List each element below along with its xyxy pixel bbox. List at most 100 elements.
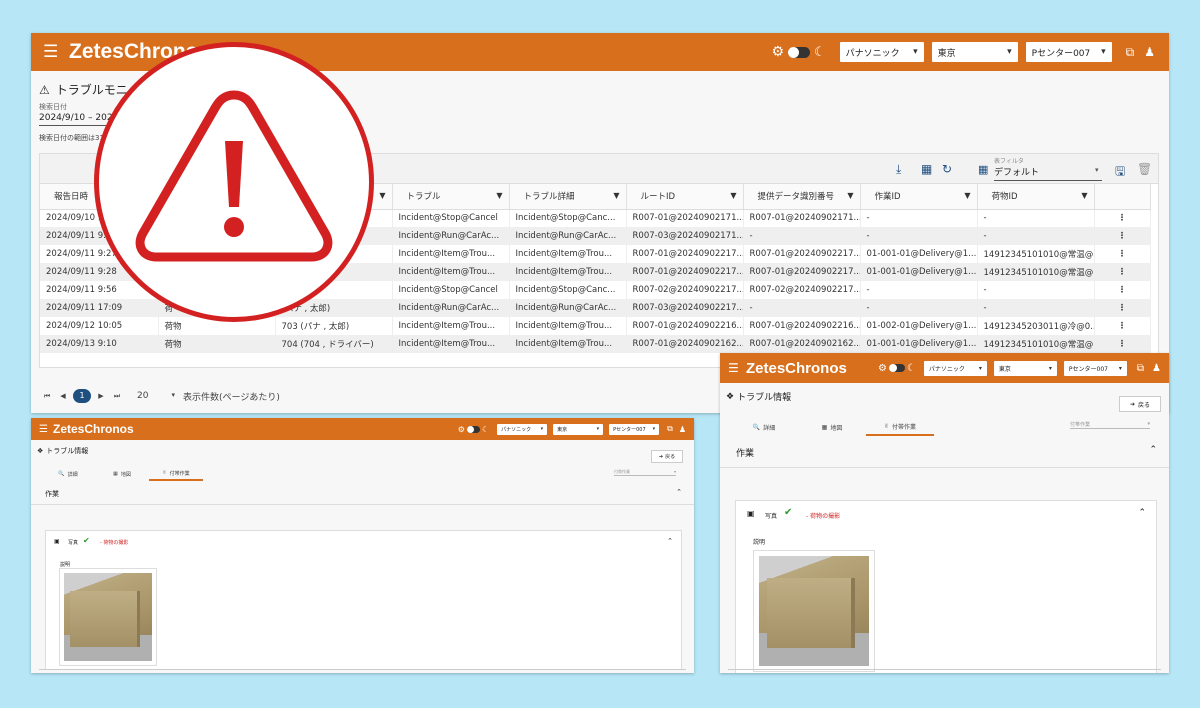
chevron-up-icon[interactable]: ⌃: [667, 537, 673, 545]
chevron-up-icon[interactable]: ⌃: [1149, 445, 1157, 455]
map-icon: ▦: [113, 471, 118, 477]
tab-detail[interactable]: 🔍 詳細: [41, 467, 95, 481]
info-icon: ❖: [37, 447, 44, 455]
photo-thumbnail[interactable]: [753, 550, 875, 672]
warning-icon: ⚠: [39, 82, 50, 97]
theme-toggle[interactable]: [788, 46, 810, 58]
open-external-icon[interactable]: ⧉: [667, 424, 673, 434]
tab-map[interactable]: ▦ 地図: [95, 467, 149, 481]
more-icon[interactable]: ⋮: [1094, 245, 1151, 263]
table-cell: -: [743, 299, 861, 317]
filter-label: 表フィルタ: [994, 158, 1024, 165]
filter-icon[interactable]: ▼: [964, 191, 970, 200]
more-icon[interactable]: ⋮: [1094, 227, 1151, 245]
table-cell: Incident@Run@CarAc...: [509, 299, 627, 317]
subtask-select[interactable]: 付帯作業 ▾: [614, 469, 676, 476]
column-header[interactable]: トラブル ▼: [392, 184, 510, 210]
more-icon[interactable]: ⋮: [1094, 281, 1151, 299]
table-cell: Incident@Stop@Cancel: [392, 209, 510, 227]
table-cell: -: [860, 209, 978, 227]
detail-title-text: トラブル情報: [737, 393, 792, 403]
region-select[interactable]: 東京 ▾: [993, 360, 1057, 376]
table-cell: 14912345101010@常温@...: [977, 335, 1095, 353]
chevron-up-icon[interactable]: ⌃: [676, 488, 682, 496]
center-select-value: Pセンター007: [1068, 365, 1108, 373]
column-header-label: 荷物ID: [991, 192, 1018, 203]
photo-thumbnail[interactable]: [59, 568, 157, 666]
last-page-icon[interactable]: ⏭: [109, 392, 125, 401]
center-select[interactable]: Pセンター007 ▾: [609, 423, 660, 435]
column-header[interactable]: 提供データ識別番号 ▼: [743, 184, 861, 210]
center-select[interactable]: Pセンター007 ▾: [1063, 360, 1127, 376]
more-icon[interactable]: ⋮: [1094, 299, 1151, 317]
filter-icon[interactable]: ▼: [496, 191, 502, 200]
filter-icon[interactable]: ▼: [847, 191, 853, 200]
table-cell: R007-01@20240902217...: [743, 245, 861, 263]
filter-icon[interactable]: ▼: [613, 191, 619, 200]
menu-icon[interactable]: ☰: [728, 361, 746, 375]
center-select[interactable]: Pセンター007 ▾: [1025, 42, 1112, 62]
column-header-label: ルートID: [640, 192, 676, 203]
menu-icon[interactable]: ☰: [43, 42, 65, 62]
theme-toggle[interactable]: [466, 425, 480, 433]
column-header[interactable]: ルートID ▼: [626, 184, 744, 210]
company-select[interactable]: パナソニック ▾: [839, 42, 924, 62]
column-header[interactable]: 作業ID ▼: [860, 184, 978, 210]
company-select-value: パナソニック: [845, 48, 900, 59]
save-icon[interactable]: 🖫: [1115, 162, 1125, 183]
export-icon[interactable]: ⤓: [896, 162, 901, 177]
region-select-value: 東京: [937, 48, 956, 59]
tab-map[interactable]: ▦ 地図: [798, 418, 866, 436]
region-select[interactable]: 東京 ▾: [931, 42, 1018, 62]
filter-icon[interactable]: ▼: [1081, 191, 1087, 200]
chevron-up-icon[interactable]: ⌃: [1138, 508, 1146, 518]
filter-icon[interactable]: ▼: [730, 191, 736, 200]
filter-icon[interactable]: ▼: [379, 191, 385, 200]
current-page[interactable]: 1: [73, 389, 91, 403]
back-button[interactable]: ➔ 戻る: [651, 450, 683, 463]
tab-detail[interactable]: 🔍 詳細: [730, 418, 798, 436]
open-external-icon[interactable]: ⧉: [1137, 363, 1144, 374]
table-cell: R007-03@20240902217...: [626, 299, 744, 317]
more-icon[interactable]: ⋮: [1094, 317, 1151, 335]
column-header-label: トラブル: [406, 192, 441, 203]
center-select-value: Pセンター007: [613, 426, 646, 433]
filter-select[interactable]: デフォルト: [994, 165, 1102, 181]
company-select[interactable]: パナソニック ▾: [497, 423, 548, 435]
trouble-detail-window-small: ☰ ZetesChronos ⚙ ☾ パナソニック ▾ 東京 ▾ Pセンター007 ▾…: [31, 418, 694, 673]
more-icon[interactable]: ⋮: [1094, 263, 1151, 281]
delete-icon[interactable]: 🗑: [1137, 162, 1152, 176]
dark-mode-icon: ☾: [906, 362, 916, 374]
user-icon[interactable]: ♟: [1152, 363, 1161, 374]
detail-tabs: 🔍 詳細 ▦ 地図 ✌ 付帯作業: [41, 467, 203, 481]
subtask-select[interactable]: 付帯作業 ▾: [1070, 421, 1150, 429]
trouble-detail-window-large: ☰ ZetesChronos ⚙ ☾ パナソニック ▾ 東京 ▾ Pセンター007 ▾…: [720, 353, 1169, 673]
user-icon[interactable]: ♟: [1144, 45, 1155, 59]
table-row[interactable]: 2024/09/12 10:05 荷物 703 (パナ , 太郎) Incident@…: [40, 317, 1151, 335]
tab-subtasks[interactable]: ✌ 付帯作業: [866, 418, 934, 436]
open-external-icon[interactable]: ⧉: [1126, 45, 1135, 60]
package-photo: [64, 573, 152, 661]
more-icon[interactable]: ⋮: [1094, 335, 1151, 353]
first-page-icon[interactable]: ⏮: [39, 392, 55, 401]
more-icon[interactable]: ⋮: [1094, 209, 1151, 227]
table-row[interactable]: 2024/09/13 9:10 荷物 704 (704 , ドライバー) Incide…: [40, 335, 1151, 353]
column-header[interactable]: トラブル詳細 ▼: [509, 184, 627, 210]
user-icon[interactable]: ♟: [679, 425, 686, 434]
page-size-select[interactable]: 20 ▾: [137, 391, 175, 401]
prev-page-icon[interactable]: ◀: [55, 392, 71, 400]
table-cell: 01-001-01@Delivery@1...: [860, 335, 978, 353]
company-select[interactable]: パナソニック ▾: [923, 360, 987, 376]
theme-toggle[interactable]: [888, 364, 905, 372]
table-cell: Incident@Stop@Cancel: [392, 281, 510, 299]
menu-icon[interactable]: ☰: [39, 424, 53, 435]
back-button[interactable]: ➔ 戻る: [1119, 396, 1161, 412]
excel-icon[interactable]: ▦: [921, 162, 932, 176]
tab-subtasks[interactable]: ✌ 付帯作業: [149, 467, 203, 481]
back-arrow-icon: ➔: [1129, 400, 1135, 408]
region-select[interactable]: 東京 ▾: [553, 423, 604, 435]
next-page-icon[interactable]: ▶: [93, 392, 109, 400]
column-header[interactable]: 荷物ID ▼: [977, 184, 1095, 210]
refresh-icon[interactable]: ↻: [942, 162, 952, 176]
table-cell: -: [977, 209, 1095, 227]
